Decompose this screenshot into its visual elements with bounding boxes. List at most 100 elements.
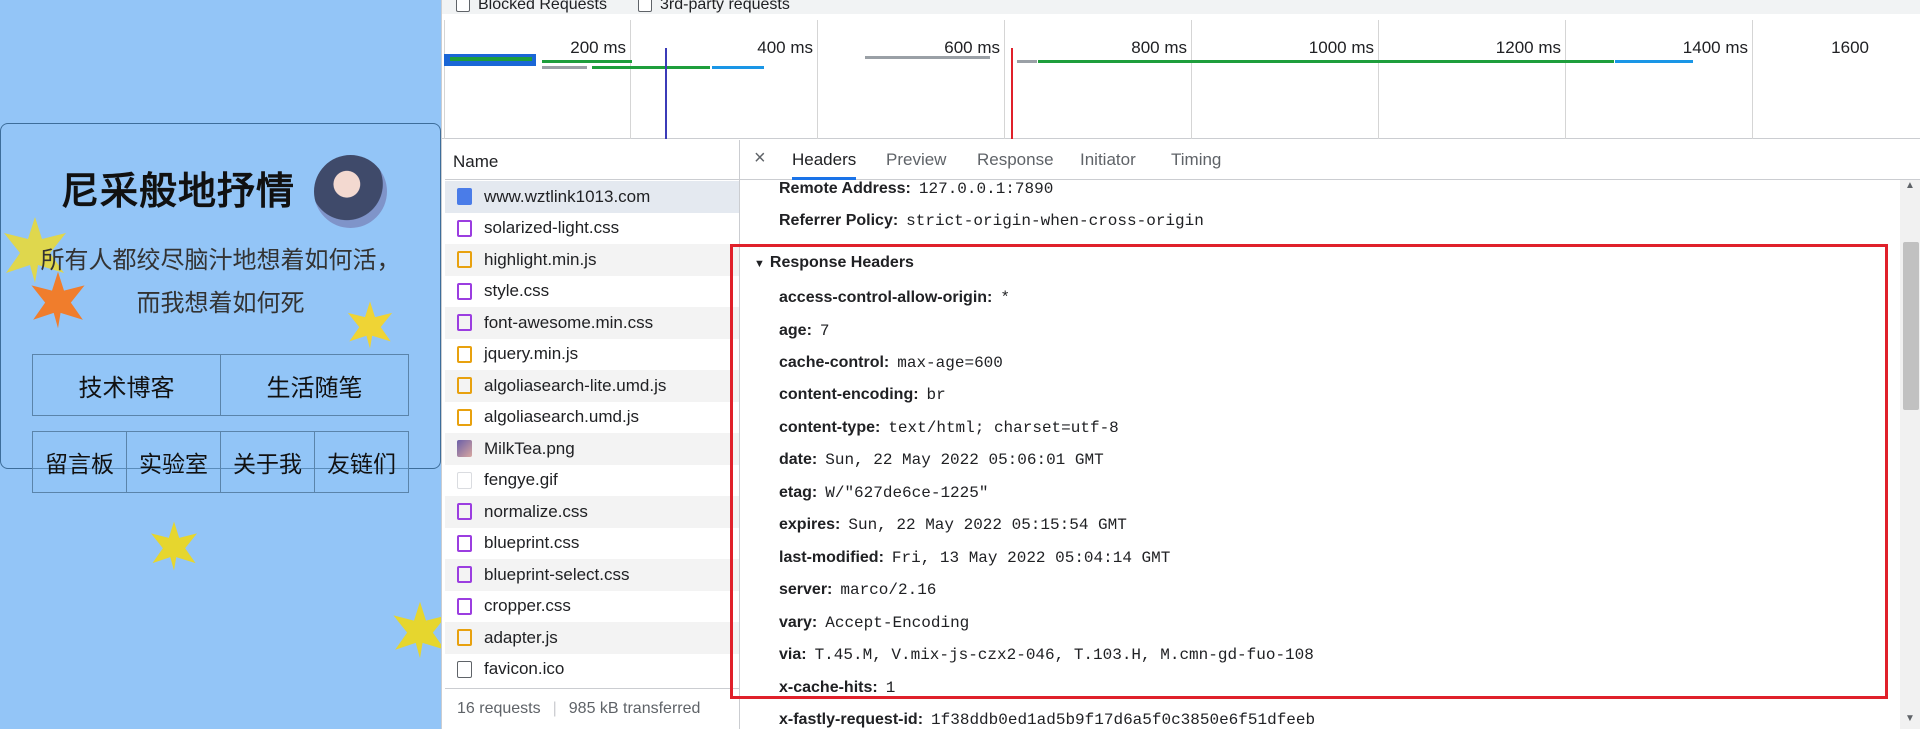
timeline-bar xyxy=(712,66,764,69)
gif-file-icon xyxy=(457,471,472,489)
request-row[interactable]: solarized-light.css xyxy=(445,213,739,245)
checkbox-icon xyxy=(638,0,652,12)
request-row[interactable]: style.css xyxy=(445,276,739,308)
third-party-checkbox[interactable]: 3rd-party requests xyxy=(638,0,790,14)
request-name: favicon.ico xyxy=(484,659,565,679)
header-key: Remote Address: xyxy=(779,180,911,197)
timeline-gridline xyxy=(1752,20,1753,139)
request-row[interactable]: adapter.js xyxy=(445,622,739,654)
other-file-icon xyxy=(457,660,472,678)
blocked-requests-checkbox[interactable]: Blocked Requests xyxy=(456,0,607,14)
request-name: blueprint.css xyxy=(484,533,580,553)
vertical-scrollbar[interactable]: ▲ ▼ xyxy=(1900,180,1920,729)
css-file-icon xyxy=(457,282,472,300)
nav-tech-blog[interactable]: 技术博客 xyxy=(32,354,221,416)
request-list: Name www.wztlink1013.com solarized-light… xyxy=(445,140,739,729)
tab-timing[interactable]: Timing xyxy=(1171,150,1221,170)
request-row[interactable]: jquery.min.js xyxy=(445,339,739,371)
tab-response[interactable]: Response xyxy=(977,150,1054,170)
checkbox-icon xyxy=(456,0,470,12)
timeline-gridline xyxy=(1378,20,1379,139)
request-name: normalize.css xyxy=(484,501,588,521)
nav-guestbook[interactable]: 留言板 xyxy=(32,431,127,493)
request-name: fengye.gif xyxy=(484,470,558,490)
request-row[interactable]: algoliasearch.umd.js xyxy=(445,402,739,434)
css-file-icon xyxy=(457,566,472,584)
timeline-tick-label: 600 ms xyxy=(944,38,1000,57)
timeline-tick-label: 1000 ms xyxy=(1308,38,1374,57)
timeline-gridline xyxy=(1004,20,1005,139)
header-value: 1f38ddb0ed1ad5b9f17d6a5f0c3850e6f51dfeeb xyxy=(931,711,1316,729)
timeline-overview[interactable]: 200 ms 400 ms 600 ms 800 ms 1000 ms 1200… xyxy=(442,14,1920,139)
request-name: style.css xyxy=(484,281,550,301)
request-name: highlight.min.js xyxy=(484,249,597,269)
header-value: strict-origin-when-cross-origin xyxy=(906,212,1204,230)
maple-leaf-icon xyxy=(393,601,441,659)
network-toolbar: Blocked Requests 3rd-party requests xyxy=(442,0,1920,14)
devtools-panel: Blocked Requests 3rd-party requests 200 … xyxy=(441,0,1920,729)
request-row[interactable]: algoliasearch-lite.umd.js xyxy=(445,370,739,402)
js-file-icon xyxy=(457,408,472,426)
css-file-icon xyxy=(457,534,472,552)
tab-initiator[interactable]: Initiator xyxy=(1080,150,1136,170)
blog-tagline-line-2: 而我想着如何死 xyxy=(136,290,305,317)
nav-friends[interactable]: 友链们 xyxy=(314,431,409,493)
general-header-row: Referrer Policy: strict-origin-when-cross… xyxy=(779,212,1204,230)
nav-about[interactable]: 关于我 xyxy=(220,431,315,493)
request-row[interactable]: blueprint-select.css xyxy=(445,559,739,591)
timeline-tick-label: 1600 xyxy=(1831,38,1869,57)
timeline-gridline xyxy=(630,20,631,139)
document-file-icon xyxy=(457,188,472,206)
css-file-icon xyxy=(457,314,472,332)
request-row[interactable]: normalize.css xyxy=(445,496,739,528)
close-icon[interactable]: × xyxy=(754,147,766,170)
header-value: 127.0.0.1:7890 xyxy=(918,180,1054,198)
request-name: solarized-light.css xyxy=(484,218,620,238)
request-row[interactable]: favicon.ico xyxy=(445,654,739,686)
scroll-up-icon[interactable]: ▲ xyxy=(1905,180,1915,191)
request-name: algoliasearch.umd.js xyxy=(484,407,639,427)
request-count: 16 requests xyxy=(457,700,541,717)
third-party-label: 3rd-party requests xyxy=(660,0,790,13)
request-row[interactable]: highlight.min.js xyxy=(445,244,739,276)
request-row[interactable]: MilkTea.png xyxy=(445,433,739,465)
dom-content-loaded-marker xyxy=(665,48,667,139)
nav-lab[interactable]: 实验室 xyxy=(126,431,221,493)
request-name: algoliasearch-lite.umd.js xyxy=(484,375,667,395)
request-row[interactable]: cropper.css xyxy=(445,591,739,623)
scroll-down-icon[interactable]: ▼ xyxy=(1905,713,1915,724)
js-file-icon xyxy=(457,251,472,269)
request-details: × Headers Preview Response Initiator Tim… xyxy=(730,140,1920,729)
request-name: font-awesome.min.css xyxy=(484,312,654,332)
timeline-bar xyxy=(542,66,587,69)
request-row[interactable]: fengye.gif xyxy=(445,465,739,497)
highlight-box xyxy=(730,244,1888,699)
timeline-tick-label: 400 ms xyxy=(757,38,813,57)
timeline-bar xyxy=(592,66,710,69)
maple-leaf-icon xyxy=(150,521,198,571)
tab-preview[interactable]: Preview xyxy=(886,150,946,170)
blog-page: 尼采般地抒情 所有人都绞尽脑汁地想着如何活， 而我想着如何死 技术博客 生活随笔… xyxy=(0,0,441,729)
timeline-gridline xyxy=(1191,20,1192,139)
transferred-size: 985 kB transferred xyxy=(568,700,701,717)
css-file-icon xyxy=(457,219,472,237)
request-name: MilkTea.png xyxy=(484,438,575,458)
request-row[interactable]: font-awesome.min.css xyxy=(445,307,739,339)
css-file-icon xyxy=(457,503,472,521)
avatar[interactable] xyxy=(314,155,387,228)
scrollbar-thumb[interactable] xyxy=(1903,242,1919,410)
nav-life-notes[interactable]: 生活随笔 xyxy=(220,354,409,416)
tab-headers[interactable]: Headers xyxy=(792,150,857,180)
js-file-icon xyxy=(457,377,472,395)
timeline-tick-label: 1200 ms xyxy=(1495,38,1561,57)
name-column-header[interactable]: Name xyxy=(445,140,739,180)
request-name: jquery.min.js xyxy=(484,344,579,364)
timeline-bar xyxy=(1038,60,1614,63)
timeline-bar xyxy=(865,56,990,59)
load-event-marker xyxy=(1011,48,1013,139)
blocked-requests-label: Blocked Requests xyxy=(478,0,607,13)
request-row[interactable]: blueprint.css xyxy=(445,528,739,560)
request-row[interactable]: www.wztlink1013.com xyxy=(445,181,739,213)
timeline-tick-label: 800 ms xyxy=(1131,38,1187,57)
image-file-icon xyxy=(457,440,472,458)
